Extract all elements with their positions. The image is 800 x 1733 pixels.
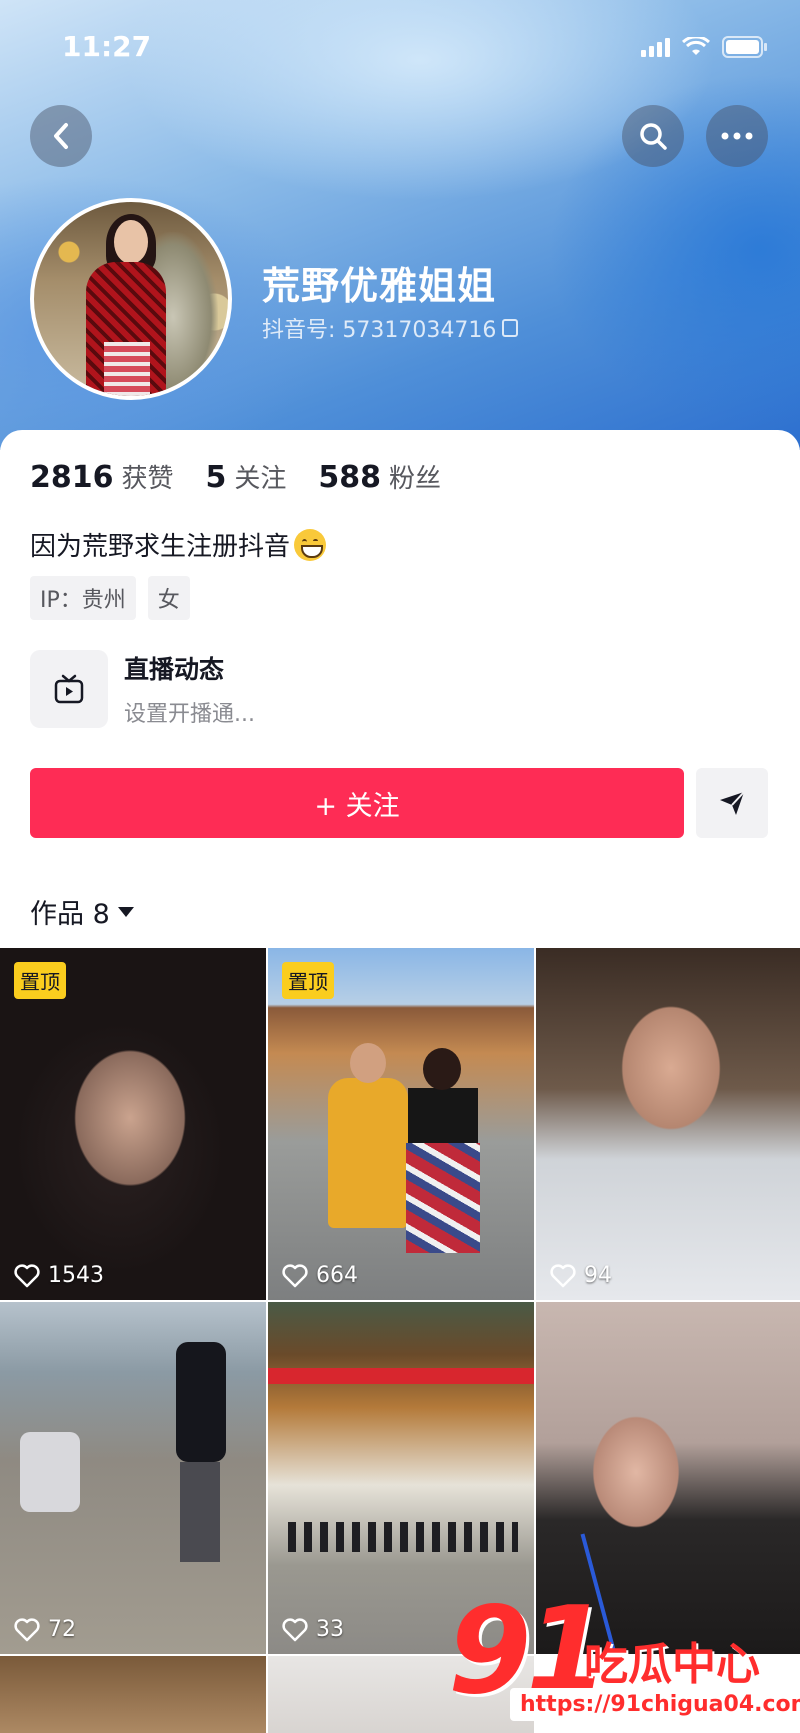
battery-icon [722, 36, 768, 58]
video-likes: 1543 [14, 1263, 104, 1288]
tv-icon [54, 674, 84, 704]
stat-following-label: 关注 [234, 464, 287, 494]
search-button[interactable] [622, 105, 684, 167]
heart-icon [282, 1617, 308, 1641]
caret-down-icon [117, 906, 134, 917]
video-thumbnail[interactable] [0, 1656, 266, 1733]
profile-card: 2816 获赞 5 关注 588 粉丝 因为荒野求生注册抖音 IP：贵州 女 直… [0, 430, 800, 1733]
douyin-id[interactable]: 抖音号: 57317034716 [262, 312, 519, 344]
copy-icon[interactable] [502, 319, 519, 337]
video-likes-count: 664 [316, 1263, 358, 1288]
video-likes: 664 [282, 1263, 358, 1288]
send-arrow-icon [720, 791, 745, 815]
follow-button[interactable]: + 关注 [30, 768, 684, 838]
video-thumbnail[interactable]: 72 [0, 1302, 266, 1654]
more-button[interactable] [706, 105, 768, 167]
works-tab-label: 作品 8 [30, 899, 110, 930]
video-likes: 94 [550, 1263, 612, 1288]
video-likes-count: 33 [316, 1617, 344, 1642]
pinned-badge: 置顶 [282, 962, 334, 999]
profile-name: 荒野优雅姐姐 [262, 264, 497, 308]
status-time: 11:27 [62, 30, 152, 63]
video-likes-count: 94 [584, 1263, 612, 1288]
profile-stats: 2816 获赞 5 关注 588 粉丝 [30, 458, 441, 495]
back-button[interactable] [30, 105, 92, 167]
live-subtitle: 设置开播通... [124, 702, 255, 727]
video-thumbnail[interactable]: 置顶 664 [268, 948, 534, 1300]
video-likes: 33 [282, 1617, 344, 1642]
gender-tag: 女 [147, 576, 190, 620]
search-icon [640, 123, 667, 150]
video-thumbnail[interactable]: 94 [536, 948, 800, 1300]
bio-text: 因为荒野求生注册抖音 [30, 532, 291, 562]
wifi-icon [682, 37, 710, 57]
status-icons [641, 36, 768, 58]
video-likes-count: 1543 [48, 1263, 104, 1288]
ip-location-tag: IP：贵州 [30, 576, 136, 620]
stat-followers-label: 粉丝 [389, 464, 442, 494]
heart-icon [550, 1263, 576, 1287]
stat-followers[interactable]: 588 粉丝 [318, 458, 441, 495]
pinned-badge: 置顶 [14, 962, 66, 999]
douyin-id-text: 抖音号: 57317034716 [262, 318, 497, 343]
profile-bio: 因为荒野求生注册抖音 [30, 526, 327, 563]
chevron-left-icon [54, 123, 68, 149]
profile-tags: IP：贵州 女 [30, 576, 190, 620]
grinning-emoji-icon [294, 528, 327, 561]
live-title: 直播动态 [124, 655, 225, 684]
stat-likes[interactable]: 2816 获赞 [30, 458, 174, 495]
video-likes: 72 [14, 1617, 76, 1642]
heart-icon [14, 1263, 40, 1287]
live-feed-entry[interactable]: 直播动态 设置开播通... [30, 650, 255, 728]
heart-icon [282, 1263, 308, 1287]
watermark-text: 吃瓜中心 [584, 1639, 760, 1690]
send-message-button[interactable] [696, 768, 768, 838]
works-tab[interactable]: 作品 8 [30, 892, 134, 931]
stat-likes-count: 2816 [30, 460, 114, 495]
signal-icon [641, 37, 670, 57]
stat-likes-label: 获赞 [121, 464, 174, 494]
heart-icon [14, 1617, 40, 1641]
stat-following-count: 5 [205, 460, 227, 495]
video-thumbnail[interactable]: 置顶 1543 [0, 948, 266, 1300]
watermark-logo: 91 吃瓜中心 https://91chigua04.com [448, 1582, 800, 1733]
video-likes-count: 72 [48, 1617, 76, 1642]
stat-followers-count: 588 [318, 460, 382, 495]
more-dots-icon [721, 132, 753, 140]
live-icon-box [30, 650, 108, 728]
watermark-url: https://91chigua04.com [510, 1688, 800, 1721]
avatar[interactable] [30, 198, 232, 400]
stat-following[interactable]: 5 关注 [206, 458, 287, 495]
